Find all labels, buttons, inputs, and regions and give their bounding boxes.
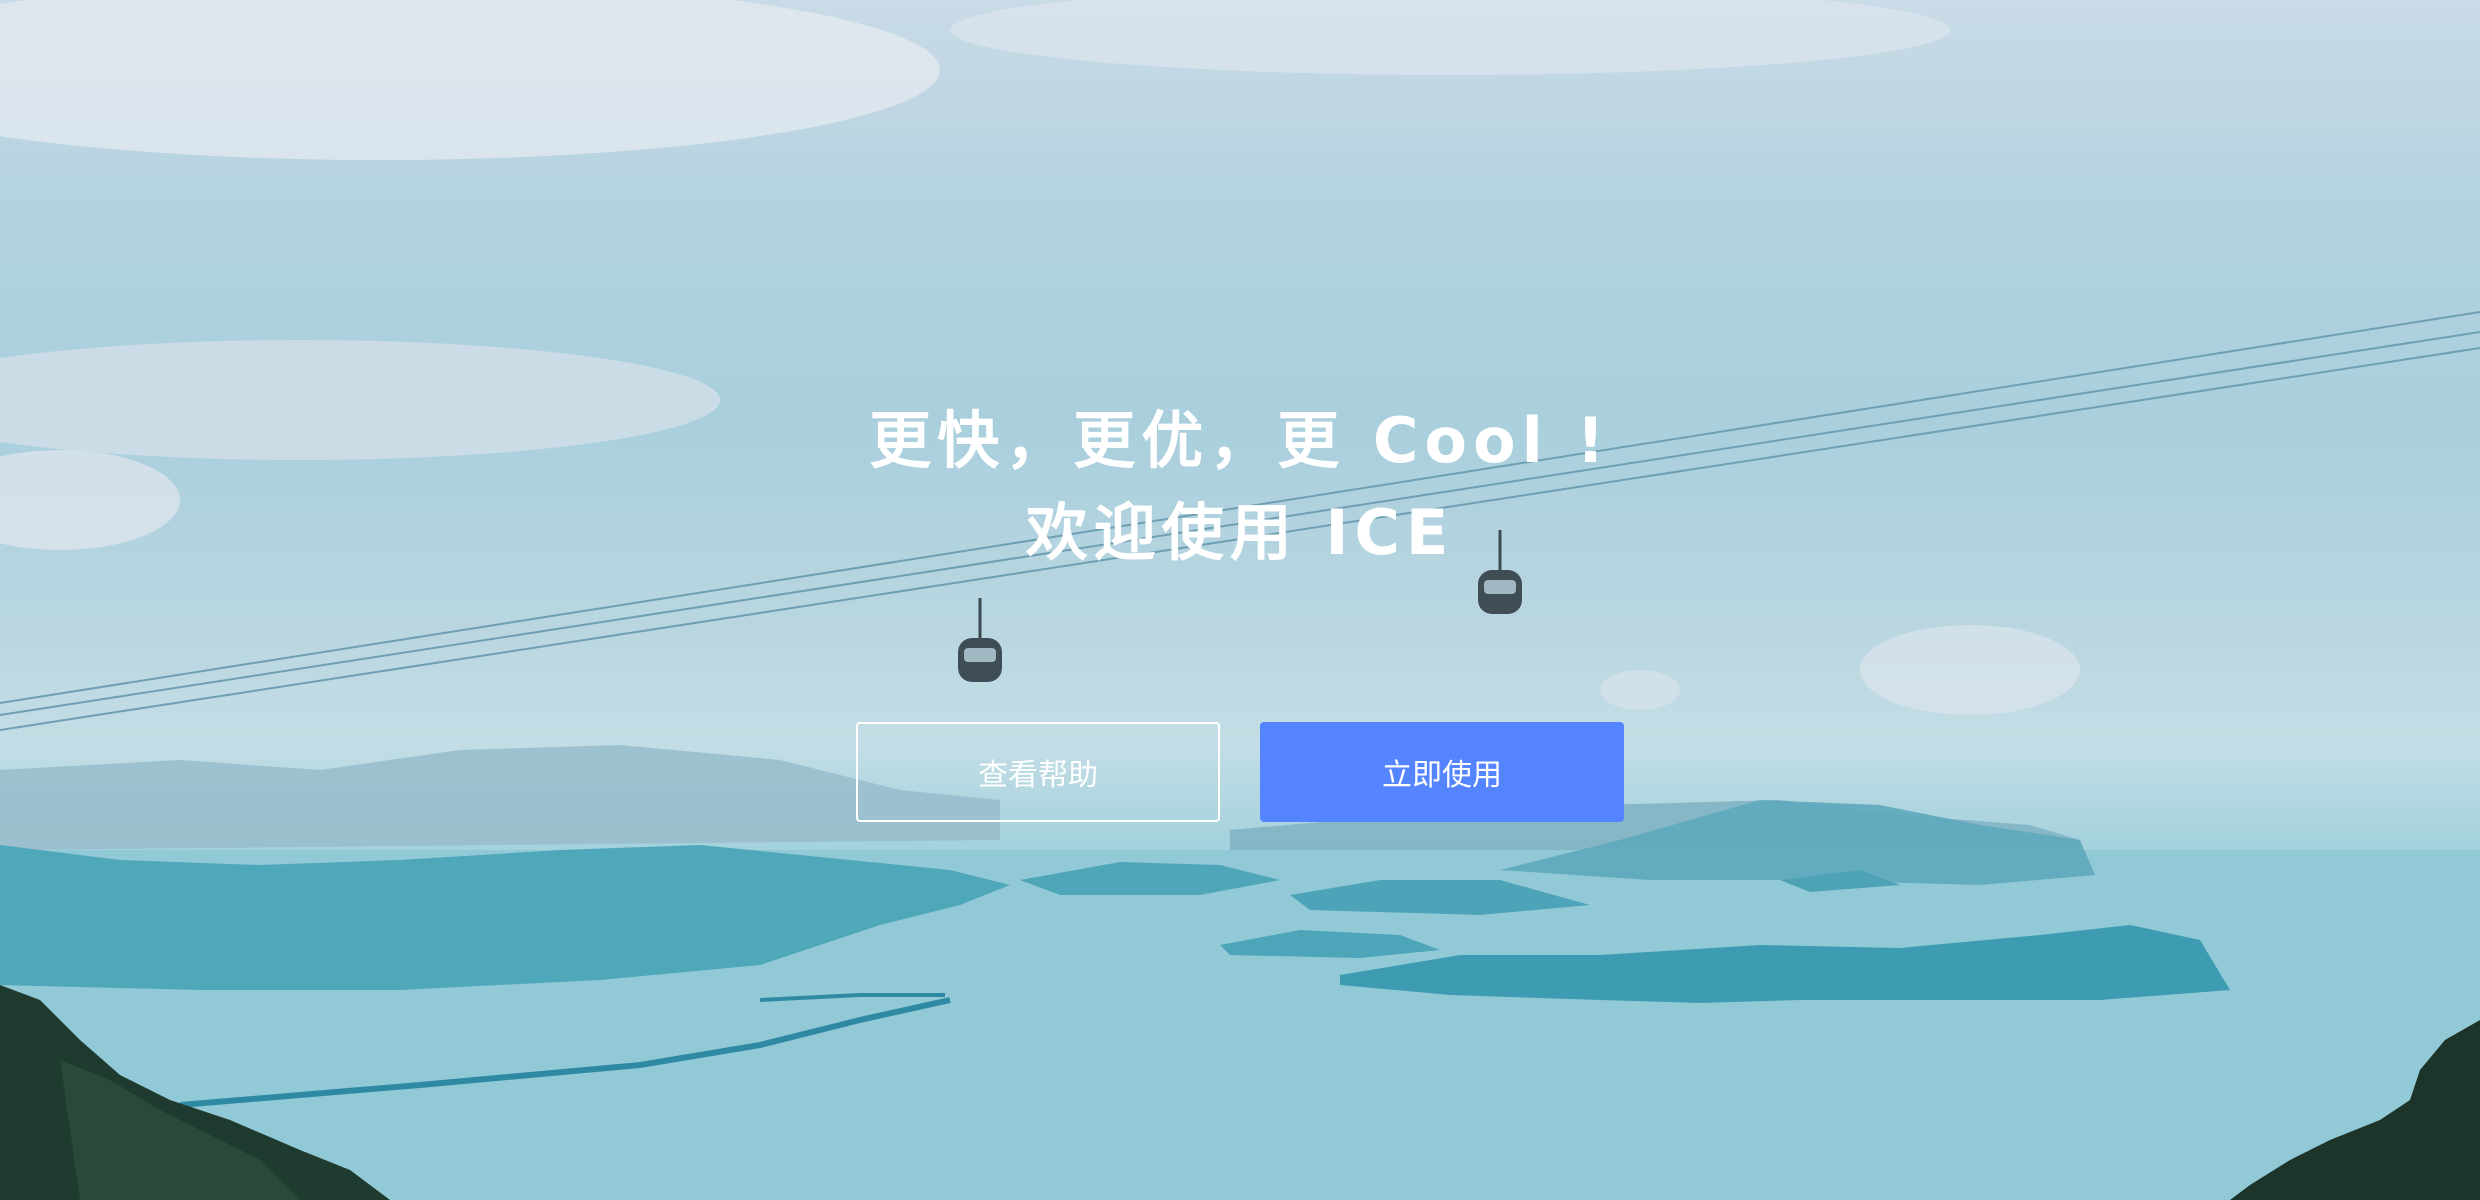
hero-background-image bbox=[0, 0, 2480, 1200]
hero-title: 更快，更优，更 Cool ! 欢迎使用 ICE bbox=[0, 395, 2480, 579]
view-help-button[interactable]: 查看帮助 bbox=[856, 722, 1220, 822]
hero-title-line1: 更快，更优，更 Cool ! bbox=[869, 404, 1611, 477]
cable-car-left bbox=[958, 598, 1002, 682]
start-now-button[interactable]: 立即使用 bbox=[1260, 722, 1624, 822]
hero-content: 更快，更优，更 Cool ! 欢迎使用 ICE bbox=[0, 395, 2480, 579]
hero-title-line2: 欢迎使用 ICE bbox=[1025, 496, 1455, 569]
hero-actions: 查看帮助 立即使用 bbox=[856, 722, 1624, 822]
hero-section: 更快，更优，更 Cool ! 欢迎使用 ICE 查看帮助 立即使用 bbox=[0, 0, 2480, 1200]
